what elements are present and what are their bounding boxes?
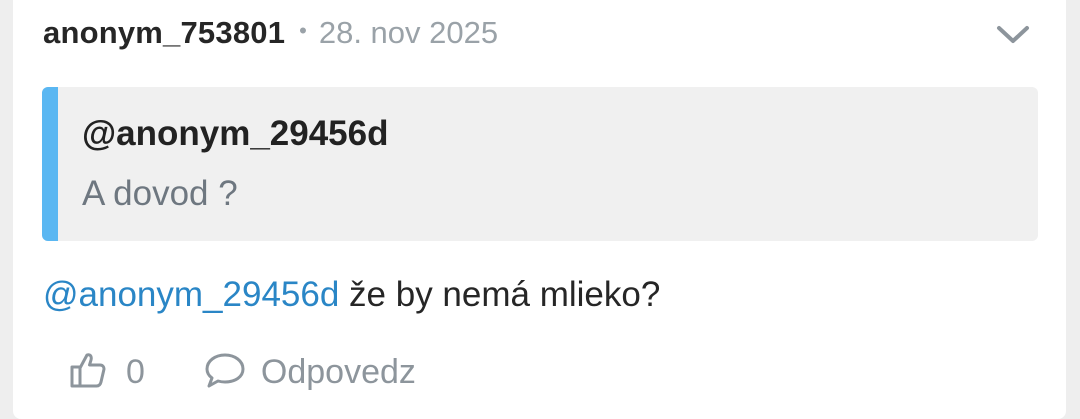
comment-actions: 0 Odpovedz: [68, 350, 416, 394]
thumbs-up-icon: [68, 350, 108, 395]
quoted-comment[interactable]: @anonym_29456d A dovod ?: [42, 87, 1038, 241]
mention-link[interactable]: @anonym_29456d: [43, 275, 339, 314]
reply-label: Odpovedz: [260, 352, 416, 391]
quote-text: A dovod ?: [82, 174, 238, 213]
chevron-down-icon[interactable]: [993, 20, 1033, 48]
comment-username[interactable]: anonym_753801: [43, 15, 285, 51]
like-button[interactable]: 0: [68, 350, 145, 395]
separator-dot: •: [299, 18, 307, 43]
quote-author: @anonym_29456d: [82, 114, 389, 153]
comment-body: @anonym_29456d že by nemá mlieko?: [43, 275, 660, 315]
comment-text: že by nemá mlieko?: [339, 275, 661, 314]
like-count: 0: [126, 352, 145, 391]
quote-accent-bar: [42, 87, 58, 241]
comment-header: anonym_753801 • 28. nov 2025: [43, 13, 498, 53]
comment-date: 28. nov 2025: [318, 15, 499, 50]
speech-bubble-icon: [203, 350, 247, 395]
comment-card: anonym_753801 • 28. nov 2025 @anonym_294…: [13, 0, 1066, 419]
reply-button[interactable]: Odpovedz: [203, 350, 416, 395]
